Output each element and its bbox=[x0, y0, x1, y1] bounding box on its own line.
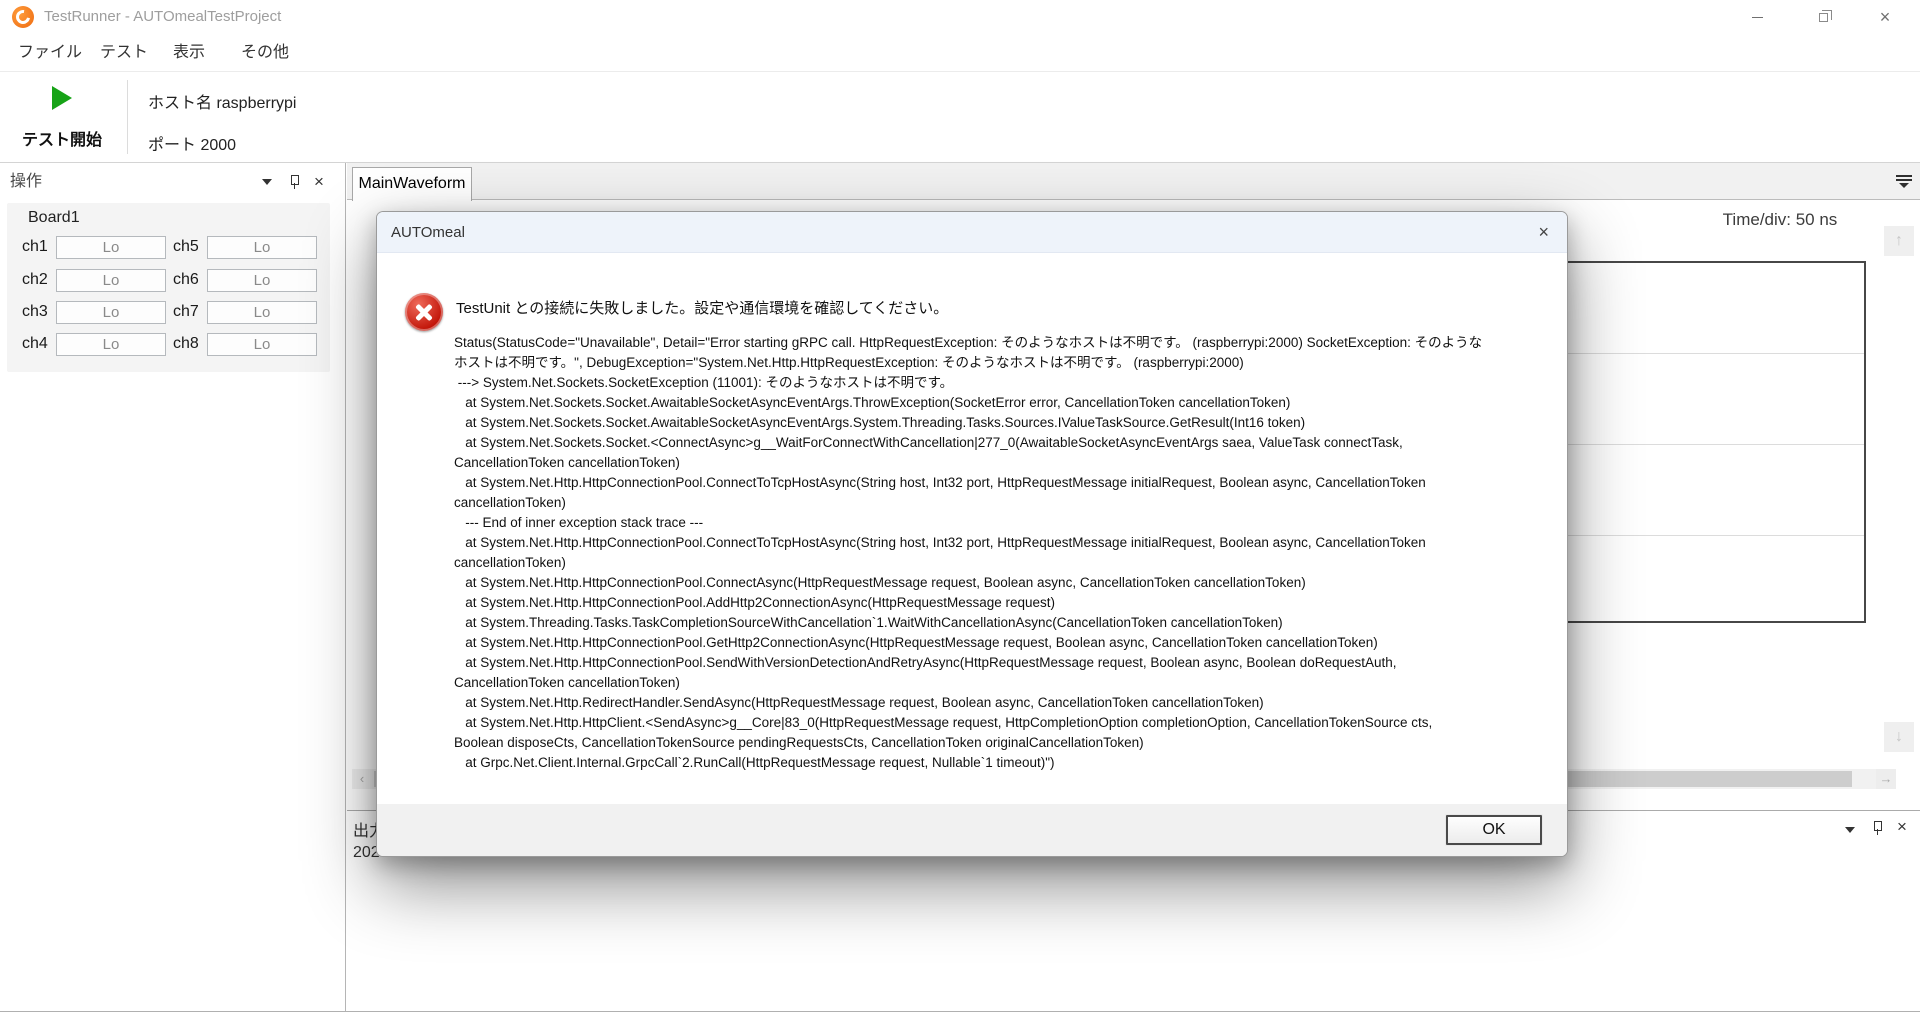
toolbar: テスト開始 ホスト名 raspberrypi ポート 2000 bbox=[0, 72, 1920, 163]
start-test-label: テスト開始 bbox=[6, 126, 118, 150]
dialog-titlebar: AUTOmeal × bbox=[377, 212, 1567, 253]
waveform-menu-icon[interactable] bbox=[1896, 175, 1914, 191]
menu-item-file[interactable]: ファイル bbox=[18, 34, 82, 72]
operation-panel: 操作 × Board1 ch1 Lo ch2 Lo ch3 Lo ch4 Lo ch5 L… bbox=[0, 163, 346, 1012]
port-label: ポート 2000 bbox=[148, 131, 236, 155]
close-panel-icon[interactable]: × bbox=[314, 174, 324, 190]
toolbar-separator bbox=[127, 80, 128, 154]
channel-state-button[interactable]: Lo bbox=[207, 236, 317, 259]
channel-label: ch6 bbox=[173, 271, 199, 289]
restore-button[interactable] bbox=[1800, 0, 1846, 34]
channel-state-button[interactable]: Lo bbox=[56, 236, 166, 259]
error-dialog: AUTOmeal × TestUnit との接続に失敗しました。設定や通信環境を… bbox=[376, 211, 1568, 857]
dialog-footer: OK bbox=[377, 804, 1567, 856]
tab-mainwaveform[interactable]: MainWaveform bbox=[352, 167, 472, 201]
titlebar: TestRunner - AUTOmealTestProject × bbox=[0, 0, 1920, 34]
window-title: TestRunner - AUTOmealTestProject bbox=[44, 0, 281, 34]
scroll-right-button[interactable]: → bbox=[1876, 769, 1896, 789]
dialog-close-icon[interactable]: × bbox=[1538, 222, 1549, 242]
scroll-down-button[interactable]: ↓ bbox=[1884, 722, 1914, 752]
dialog-message: TestUnit との接続に失敗しました。設定や通信環境を確認してください。 bbox=[456, 297, 948, 318]
pin-icon[interactable] bbox=[290, 174, 300, 190]
channel-label: ch2 bbox=[22, 271, 48, 289]
error-icon bbox=[405, 293, 443, 331]
channel-state-button[interactable]: Lo bbox=[56, 333, 166, 356]
close-window-button[interactable]: × bbox=[1862, 0, 1908, 34]
channel-state-button[interactable]: Lo bbox=[207, 301, 317, 324]
restore-icon bbox=[1819, 13, 1828, 22]
channel-label: ch4 bbox=[22, 335, 48, 353]
channel-state-button[interactable]: Lo bbox=[56, 269, 166, 292]
channel-label: ch1 bbox=[22, 238, 48, 256]
scroll-up-button[interactable]: ↑ bbox=[1884, 226, 1914, 256]
ok-button[interactable]: OK bbox=[1446, 815, 1542, 845]
minimize-button[interactable] bbox=[1734, 0, 1780, 34]
chevron-down-icon[interactable] bbox=[1845, 827, 1855, 833]
start-test-button[interactable]: テスト開始 bbox=[6, 76, 118, 158]
operation-panel-title: 操作 bbox=[10, 163, 42, 200]
channel-label: ch7 bbox=[173, 303, 199, 321]
channel-label: ch8 bbox=[173, 335, 199, 353]
host-label: ホスト名 raspberrypi bbox=[148, 89, 296, 113]
menu-item-view[interactable]: 表示 bbox=[173, 34, 205, 72]
channel-label: ch5 bbox=[173, 238, 199, 256]
menu-item-others[interactable]: その他 bbox=[241, 34, 289, 72]
minimize-icon bbox=[1752, 17, 1763, 18]
stack-trace-text: Status(StatusCode="Unavailable", Detail=… bbox=[454, 333, 1554, 785]
close-panel-icon[interactable]: × bbox=[1897, 819, 1907, 835]
app-logo-icon bbox=[12, 6, 34, 28]
dialog-title: AUTOmeal bbox=[391, 212, 465, 253]
chevron-down-icon[interactable] bbox=[262, 179, 272, 185]
board-title: Board1 bbox=[28, 209, 80, 227]
app-window: TestRunner - AUTOmealTestProject × ファイル … bbox=[0, 0, 1920, 1015]
menu-item-test[interactable]: テスト bbox=[100, 34, 148, 72]
window-bottom-border bbox=[0, 1011, 1920, 1012]
operation-panel-header: 操作 × bbox=[0, 163, 345, 200]
scroll-left-button[interactable]: ‹ bbox=[352, 769, 372, 789]
channel-state-button[interactable]: Lo bbox=[207, 333, 317, 356]
menubar: ファイル テスト 表示 その他 bbox=[0, 34, 1920, 72]
channel-label: ch3 bbox=[22, 303, 48, 321]
channel-state-button[interactable]: Lo bbox=[207, 269, 317, 292]
tabstrip bbox=[347, 163, 1920, 200]
channel-state-button[interactable]: Lo bbox=[56, 301, 166, 324]
pin-icon[interactable] bbox=[1873, 820, 1883, 836]
board-groupbox: Board1 ch1 Lo ch2 Lo ch3 Lo ch4 Lo ch5 Lo ch6… bbox=[7, 203, 330, 372]
play-icon bbox=[52, 86, 72, 110]
time-div-label: Time/div: 50 ns bbox=[1690, 210, 1870, 230]
